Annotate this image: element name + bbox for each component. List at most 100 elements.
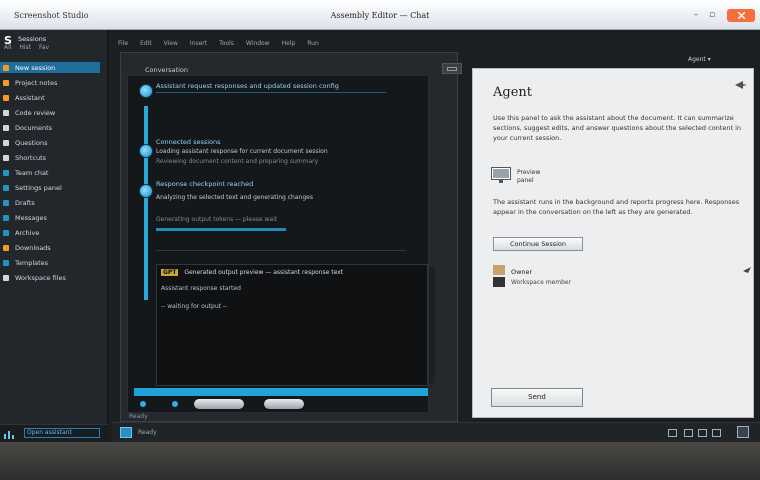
progress-bar [156, 228, 286, 231]
agent-intro: Use this panel to ask the assistant abou… [493, 114, 741, 142]
sidebar-item-icon [3, 229, 9, 236]
sidebar-item-icon [3, 94, 9, 101]
sidebar-tabs: All Hist Fav [4, 44, 98, 52]
sidebar-item-label: Archive [15, 228, 40, 237]
preview-thumbnail-icon[interactable] [491, 167, 511, 183]
thumbnail-caption: Preview panel [517, 169, 540, 185]
timeline-line [144, 106, 148, 300]
sidebar-item[interactable]: Messages [0, 212, 100, 223]
sidebar: S Sessions All Hist Fav New session Proje… [0, 30, 108, 442]
agent-menu[interactable]: Agent ▾ [688, 56, 711, 63]
divider [156, 92, 386, 93]
send-button[interactable]: Send [491, 388, 583, 407]
stats-icon[interactable] [4, 429, 14, 439]
chat-panel: Conversation Assistant request responses… [120, 52, 462, 422]
pin-icon[interactable] [735, 81, 747, 89]
sidebar-item-icon [3, 154, 9, 161]
sidebar-item[interactable]: Questions [0, 137, 100, 148]
panel-toggle-button[interactable] [442, 63, 462, 74]
sidebar-item[interactable]: Team chat [0, 167, 100, 178]
chevron-icon[interactable] [743, 267, 751, 273]
notifications-icon[interactable] [737, 426, 749, 438]
menu-item[interactable]: Window [246, 40, 270, 47]
output-header: GPT Generated output preview — assistant… [161, 269, 435, 279]
user-name: Owner [511, 268, 533, 276]
message-line: Analyzing the selected text and generati… [156, 194, 313, 201]
close-button[interactable] [727, 9, 755, 22]
divider [156, 250, 406, 251]
sidebar-item[interactable]: Downloads [0, 242, 100, 253]
output-line: Assistant response started [161, 285, 241, 292]
avatar[interactable] [493, 265, 505, 287]
maximize-icon[interactable]: ▫ [706, 9, 718, 21]
menu-item[interactable]: Edit [140, 40, 152, 47]
sidebar-header: Sessions [18, 35, 47, 43]
sidebar-item-label: Workspace files [15, 273, 66, 282]
message-line: Loading assistant response for current d… [156, 148, 328, 155]
sidebar-item-label: Settings panel [15, 183, 62, 192]
status-bar: Ready [112, 422, 760, 442]
sidebar-item-label: Shortcuts [15, 153, 47, 162]
sidebar-item[interactable]: Archive [0, 227, 100, 238]
continue-session-button[interactable]: Continue Session [493, 237, 583, 251]
sidebar-item-icon [3, 274, 9, 281]
menu-item[interactable]: Help [282, 40, 296, 47]
open-assistant-link[interactable]: Open assistant [24, 428, 100, 438]
sidebar-item[interactable]: Settings panel [0, 182, 100, 193]
list-icon[interactable] [712, 429, 721, 437]
sidebar-tab[interactable]: Hist [19, 44, 31, 51]
sidebar-item[interactable]: Code review [0, 107, 100, 118]
sidebar-tab[interactable]: Fav [39, 44, 49, 51]
layout-icon[interactable] [684, 429, 693, 437]
desktop-background [0, 442, 760, 480]
sidebar-item-label: Code review [15, 108, 56, 117]
output-preview: GPT Generated output preview — assistant… [156, 264, 435, 386]
scrollbar[interactable] [429, 267, 435, 383]
output-tag: GPT [161, 269, 179, 276]
title-bar: Screenshot Studio Assembly Editor — Chat… [0, 0, 760, 30]
sidebar-tab[interactable]: All [4, 44, 11, 51]
mode-toggle[interactable] [194, 399, 244, 409]
app-title: Screenshot Studio [14, 11, 89, 20]
app-icon[interactable] [120, 427, 132, 438]
message-line: Reviewing document content and preparing… [156, 158, 319, 165]
menu-item[interactable]: Run [307, 40, 319, 47]
timeline-node[interactable] [139, 144, 153, 158]
conversation-area[interactable]: Assistant request responses and updated … [127, 75, 435, 413]
minimize-icon[interactable]: – [690, 9, 702, 21]
agent-detail: The assistant runs in the background and… [493, 198, 740, 216]
menu-item[interactable]: File [118, 40, 128, 47]
message-input[interactable] [134, 388, 428, 396]
sidebar-item-icon [3, 214, 9, 221]
attach-icon[interactable] [140, 401, 146, 407]
sidebar-item[interactable]: Templates [0, 257, 100, 268]
chat-title: Conversation [145, 66, 188, 74]
sidebar-item[interactable]: New session [0, 62, 100, 73]
sidebar-item-icon [3, 109, 9, 116]
timeline-node[interactable] [139, 184, 153, 198]
sidebar-item-icon [3, 244, 9, 251]
sidebar-item[interactable]: Drafts [0, 197, 100, 208]
sidebar-item[interactable]: Shortcuts [0, 152, 100, 163]
settings-icon[interactable] [668, 429, 677, 437]
sidebar-item-label: Project notes [15, 78, 58, 87]
menu-item[interactable]: Tools [219, 40, 234, 47]
sidebar-item-label: Assistant [15, 93, 45, 102]
input-controls [138, 398, 438, 410]
sidebar-item[interactable]: Workspace files [0, 272, 100, 283]
sidebar-item-icon [3, 184, 9, 191]
sidebar-item-icon [3, 79, 9, 86]
grid-icon[interactable] [698, 429, 707, 437]
sidebar-item[interactable]: Documents [0, 122, 100, 133]
message-sender: Response checkpoint reached [156, 180, 254, 188]
menu-toolbar: File Edit View Insert Tools Window Help Run [118, 40, 462, 50]
send-toggle[interactable] [264, 399, 304, 409]
sidebar-item[interactable]: Project notes [0, 77, 100, 88]
sidebar-item[interactable]: Assistant [0, 92, 100, 103]
menu-item[interactable]: View [164, 40, 178, 47]
message-sender: Connected sessions [156, 138, 221, 146]
timeline-node[interactable] [139, 84, 153, 98]
mic-icon[interactable] [172, 401, 178, 407]
sidebar-item-icon [3, 139, 9, 146]
menu-item[interactable]: Insert [190, 40, 207, 47]
